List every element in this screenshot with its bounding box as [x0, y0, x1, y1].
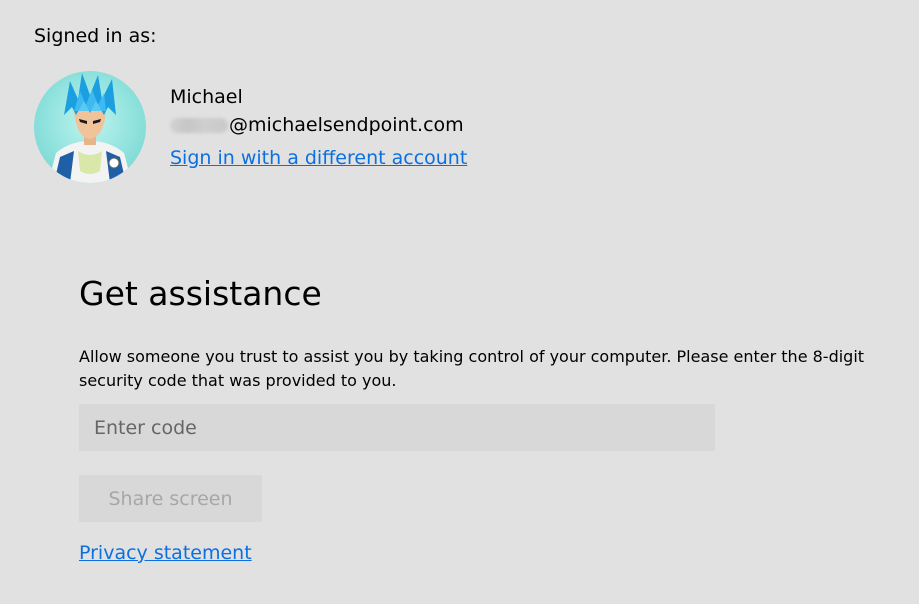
- redacted-email-user: [170, 117, 228, 133]
- assistance-description: Allow someone you trust to assist you by…: [79, 347, 865, 390]
- security-code-input[interactable]: [79, 404, 715, 451]
- get-assistance-heading: Get assistance: [79, 274, 322, 313]
- account-avatar: [34, 71, 146, 183]
- account-email-domain: @michaelsendpoint.com: [229, 114, 464, 136]
- privacy-statement-link[interactable]: Privacy statement: [79, 542, 252, 564]
- account-name: Michael: [170, 86, 243, 108]
- user-avatar-icon: [48, 73, 132, 183]
- signed-in-label: Signed in as:: [34, 25, 157, 47]
- share-screen-button[interactable]: Share screen: [79, 475, 262, 522]
- sign-in-different-account-link[interactable]: Sign in with a different account: [170, 147, 467, 169]
- account-email: @michaelsendpoint.com: [170, 114, 464, 136]
